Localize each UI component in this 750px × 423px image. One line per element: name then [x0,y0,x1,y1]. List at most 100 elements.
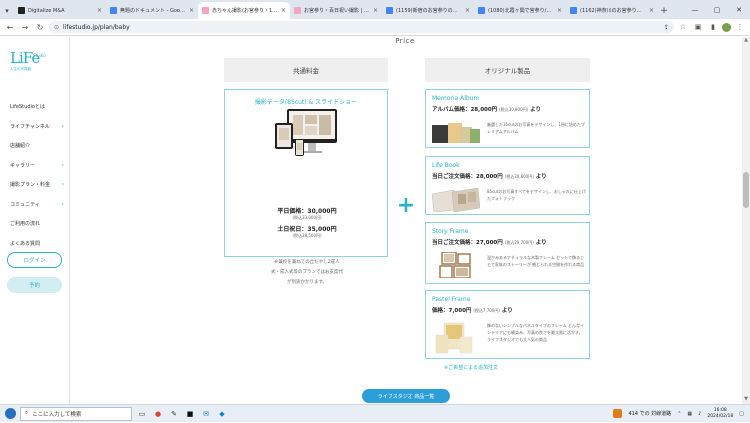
bookmark-star-icon[interactable]: ☆ [677,21,689,33]
product-list-button[interactable]: ライフスタジオ 商品一覧 [362,389,450,403]
system-tray: 414 での 対線道路 ⌃ ▦ ♪ 16:08 2024/02/18 ▢ [613,408,750,420]
reserve-button[interactable]: 予約 [7,277,62,293]
browser-tab-strip: ▾Digitalize M&A×無題のドキュメント - Google ドキュメン… [0,0,750,19]
chrome-icon[interactable]: ● [152,408,164,420]
product-title: Pastel Frame [432,296,471,303]
product-description: 85cutのお写真すべてをデザインし、おしゃれに仕上げたフォトブック [487,189,586,201]
sidebar-nav-item[interactable]: ライフチャンネル › [10,117,64,137]
site-logo[interactable]: LiFe Studio 人生の写真館 [10,51,50,81]
browser-toolbar: ← → ↻ ⊙ lifestudio.jp/plan/baby ⇪ ☆ ▣ ▮ … [0,19,750,36]
new-tab-icon[interactable]: + [658,2,670,19]
back-icon[interactable]: ← [4,21,16,33]
tab-title: (1159)新宿のお宮参りのおすすめ [396,8,462,14]
window-controls: — ▢ ✕ [684,0,750,19]
tab-favicon-icon [478,7,485,14]
task-view-icon[interactable]: ▭ [136,408,148,420]
scroll-down-icon[interactable]: ▼ [742,396,750,404]
extensions-icon[interactable]: ▣ [692,21,704,33]
tab-title: (1162)神奈川のお宮参りのおすすめ [580,8,646,14]
store-icon[interactable]: ◆ [216,408,228,420]
login-button[interactable]: ログイン [7,252,62,268]
tab-close-icon[interactable]: × [189,7,194,14]
close-window-icon[interactable]: ✕ [728,0,750,19]
chevron-right-icon: › [61,122,64,130]
product-price: アルバム価格：28,000円 (税込30,800円) より [432,107,542,113]
maximize-icon[interactable]: ▢ [706,0,728,19]
site-info-icon[interactable]: ⊙ [54,24,59,31]
volume-icon[interactable]: ♪ [698,411,701,417]
tab-title: 赤ちゃん撮影(お宮参り・100日祝い) [212,8,278,14]
product-card-story-frame[interactable]: Story Frame 当日ご注文価格：27,000円 (税込29,700円) … [425,222,590,284]
product-card-pastel-frame[interactable]: Pastel Frame 価格：7,000円 (税込7,700円) より 飾のな… [425,290,590,359]
minimize-icon[interactable]: — [684,0,706,19]
sidebar-nav-item[interactable]: よくある質問 [10,234,64,254]
address-bar[interactable]: ⊙ lifestudio.jp/plan/baby ⇪ [49,21,674,33]
scrollbar-thumb[interactable] [743,172,749,208]
clock[interactable]: 16:08 2024/02/18 [707,408,733,420]
section-title: Price [395,37,415,45]
sidebar-nav-item[interactable]: ギャラリー › [10,156,64,176]
taskbar-search-placeholder: ここに入力して検索 [32,411,82,418]
reload-icon[interactable]: ↻ [34,21,46,33]
share-icon[interactable]: ⇪ [664,24,669,31]
scroll-up-icon[interactable]: ▲ [742,37,750,45]
tab-favicon-icon [110,7,117,14]
traffic-text[interactable]: 414 での 対線道路 [628,410,671,417]
product-card-life-book[interactable]: Life Book 当日ご注文価格：28,000円 (税込30,800円) より… [425,156,590,215]
product-image [432,119,480,145]
tab-close-icon[interactable]: × [465,7,470,14]
browser-tab[interactable]: (1159)新宿のお宮参りのおすすめ× [382,2,474,19]
profile-avatar[interactable] [722,22,731,32]
weekday-price: 平日価格：30,000円 [277,208,337,215]
tab-favicon-icon [202,7,209,14]
sidebar-nav-label: ライフチャンネル [10,123,50,130]
sidebar-nav-item[interactable]: LifeStudioとは [10,97,64,117]
page-scrollbar[interactable]: ▲ ▼ [742,37,750,404]
logo-studio: Studio [33,53,46,58]
tab-close-icon[interactable]: × [373,7,378,14]
browser-tab[interactable]: (1080)北霞ヶ関で宮参り/お祝いしたい× [474,2,566,19]
phone-image [295,139,304,156]
tab-close-icon[interactable]: × [281,7,286,14]
network-icon[interactable]: ▦ [687,411,692,417]
browser-tab[interactable]: (1162)神奈川のお宮参りのおすすめ× [566,2,658,19]
pen-icon[interactable]: ✎ [168,408,180,420]
tab-title: Digitalize M&A [28,7,65,14]
tab-close-icon[interactable]: × [97,7,102,14]
forward-icon[interactable]: → [19,21,31,33]
product-card-memoria-album[interactable]: Memoria Album アルバム価格：28,000円 (税込30,800円)… [425,89,590,148]
product-title: Story Frame [432,228,469,235]
side-panel-icon[interactable]: ▮ [707,21,719,33]
tab-favicon-icon [294,7,301,14]
product-title: Life Book [432,162,460,169]
product-image [432,321,480,355]
app-icon[interactable]: ■ [184,408,196,420]
url-text: lifestudio.jp/plan/baby [63,23,130,31]
sidebar-nav-item[interactable]: 店舗紹介 [10,136,64,156]
start-button[interactable] [0,405,20,423]
sidebar-nav-item[interactable]: ご利用の流れ [10,214,64,234]
windows-logo-icon [4,408,16,419]
browser-tab[interactable]: お宮参り・百日祝い撮影 | ライフスタジオ× [290,2,382,19]
additional-order-link[interactable]: ※ご希望による追加注文 [444,364,498,371]
sidebar: LiFe Studio 人生の写真館 LifeStudioとは ライフチャンネル ›… [0,37,70,404]
tab-favicon-icon [386,7,393,14]
browser-tab[interactable]: 赤ちゃん撮影(お宮参り・100日祝い)× [198,2,290,19]
browser-tab[interactable]: 無題のドキュメント - Google ドキュメント× [106,2,198,19]
sidebar-nav-label: LifeStudioとは [10,104,45,111]
tab-search-icon[interactable]: ▾ [0,2,14,19]
sidebar-nav-label: 店舗紹介 [10,143,31,150]
tab-close-icon[interactable]: × [649,7,654,14]
plan-title: 撮影データ(85cut) & スライドショー [254,99,358,106]
mail-icon[interactable]: ✉ [200,408,212,420]
tab-close-icon[interactable]: × [557,7,562,14]
original-products-header: オリジナル製品 [425,58,590,82]
sidebar-nav-item[interactable]: 撮影プラン・料金 › [10,175,64,195]
os-taskbar: ⌕ ここに入力して検索 ▭ ● ✎ ■ ✉ ◆ 414 での 対線道路 ⌃ ▦ … [0,404,750,422]
sidebar-nav-item[interactable]: コミュニティ › [10,195,64,215]
taskbar-search[interactable]: ⌕ ここに入力して検索 [20,406,132,421]
menu-icon[interactable]: ⋮ [734,21,746,33]
notification-icon[interactable]: ▢ [739,411,744,417]
browser-tab[interactable]: Digitalize M&A × [14,2,106,19]
chevron-up-icon[interactable]: ⌃ [677,411,681,417]
